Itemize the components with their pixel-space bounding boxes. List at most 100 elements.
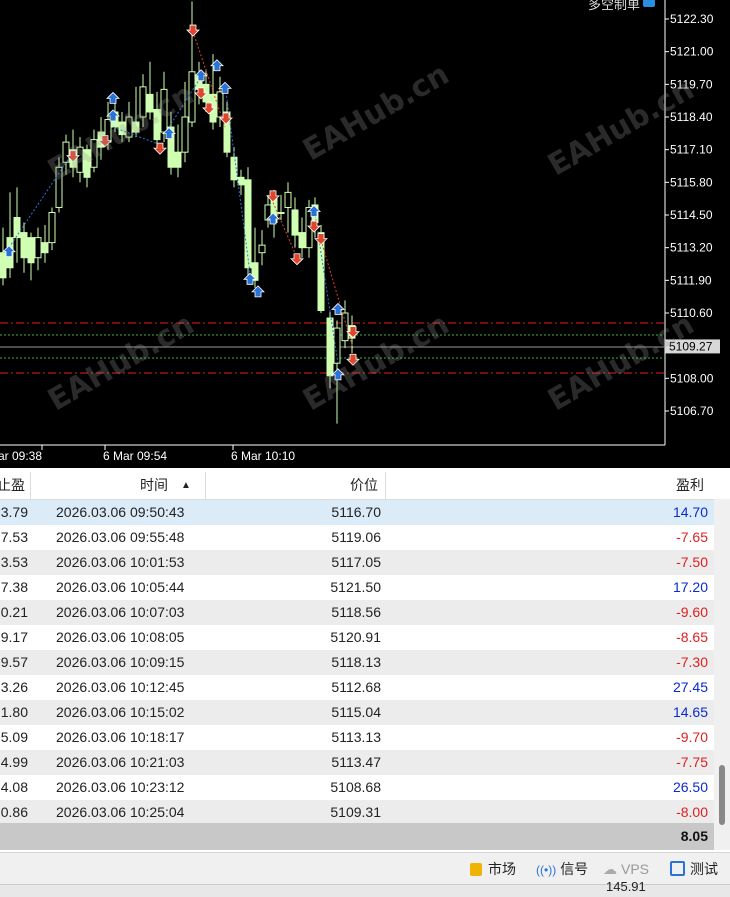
trade-history-table[interactable]: 止盈 时间 ▲ 价位 盈利 3.79 2026.03.06 09:50:43 511… (0, 472, 730, 850)
candle-body (153, 108, 161, 141)
cell-price: 5118.13 (331, 654, 381, 670)
table-row[interactable]: 1.80 2026.03.06 10:15:02 5115.04 14.65 (0, 700, 714, 725)
candle-body (0, 252, 7, 279)
trade-line (8, 151, 74, 248)
candle-body (181, 116, 189, 153)
candle-body (20, 232, 28, 259)
cell-price: 5120.91 (330, 629, 381, 645)
candle-body (76, 146, 84, 173)
candle-body (258, 244, 266, 254)
table-row[interactable]: 4.08 2026.03.06 10:23:12 5108.68 26.50 (0, 775, 714, 800)
cell-time: 2026.03.06 10:07:03 (56, 604, 185, 620)
table-row[interactable]: 3.53 2026.03.06 10:01:53 5117.05 -7.50 (0, 550, 714, 575)
table-row[interactable]: 3.79 2026.03.06 09:50:43 5116.70 14.70 (0, 500, 714, 525)
cell-price: 5117.05 (331, 554, 381, 570)
cell-profit: -9.70 (676, 729, 708, 745)
cell-time: 2026.03.06 09:55:48 (56, 529, 185, 545)
cell-profit: 14.65 (672, 704, 708, 720)
candle-body (90, 139, 98, 168)
table-row[interactable]: 4.99 2026.03.06 10:21:03 5113.47 -7.75 (0, 750, 714, 775)
cell-profit: -7.50 (676, 554, 708, 570)
total-row: 8.05 (0, 823, 714, 850)
price-tick-label: 5117.10 (670, 143, 713, 157)
table-row[interactable]: 9.57 2026.03.06 10:09:15 5118.13 -7.30 (0, 650, 714, 675)
cell-time: 2026.03.06 10:25:04 (56, 804, 185, 820)
cell-time: 2026.03.06 10:12:45 (56, 679, 185, 695)
table-row[interactable]: 7.53 2026.03.06 09:55:48 5119.06 -7.65 (0, 525, 714, 550)
sell-arrow-icon (346, 353, 360, 366)
tester-tab[interactable]: 测试 (670, 853, 718, 885)
column-header-price[interactable]: 价位 (206, 472, 386, 499)
cell-time: 2026.03.06 10:08:05 (56, 629, 185, 645)
cell-profit: -7.75 (676, 754, 708, 770)
candle-body (284, 191, 292, 208)
scrollbar-thumb[interactable] (719, 765, 725, 825)
cell-profit: 14.70 (672, 504, 708, 520)
bottom-strip: 145.91 (0, 879, 730, 897)
sell-arrow-icon (290, 253, 304, 266)
table-row[interactable]: 3.26 2026.03.06 10:12:45 5112.68 27.45 (0, 675, 714, 700)
candle-body (139, 86, 147, 118)
candle-body (341, 312, 349, 342)
cell-price: 5108.68 (330, 779, 381, 795)
cell-profit: -8.65 (676, 629, 708, 645)
candle-body (237, 176, 245, 186)
cell-time: 2026.03.06 10:21:03 (56, 754, 185, 770)
column-header-time[interactable]: 时间 ▲ (31, 472, 206, 499)
cell-price: 5113.13 (331, 729, 381, 745)
candle-body (83, 149, 91, 178)
chart-canvas[interactable]: 5122.30 5121.00 5119.70 5118.40 5117.10 5115.… (0, 0, 730, 468)
cell-sl: 9.57 (0, 654, 28, 670)
column-header-profit[interactable]: 盈利 (386, 472, 714, 499)
signals-tab[interactable]: ((•)) 信号 (536, 853, 588, 885)
table-row[interactable]: 7.38 2026.03.06 10:05:44 5121.50 17.20 (0, 575, 714, 600)
sort-ascending-icon: ▲ (181, 480, 191, 491)
table-row[interactable]: 0.86 2026.03.06 10:25:04 5109.31 -8.00 (0, 800, 714, 825)
cell-sl: 3.79 (0, 504, 28, 520)
price-tick-label: 5108.00 (670, 371, 714, 385)
cell-time: 2026.03.06 10:18:17 (56, 729, 185, 745)
sell-arrow-icon (314, 233, 328, 246)
total-profit: 8.05 (680, 828, 708, 844)
current-price-label: 5109.27 (669, 339, 713, 353)
table-row[interactable]: 0.21 2026.03.06 10:07:03 5118.56 -9.60 (0, 600, 714, 625)
table-row[interactable]: 5.09 2026.03.06 10:18:17 5113.13 -9.70 (0, 725, 714, 750)
one-click-icon[interactable] (643, 0, 655, 7)
cell-sl: 3.53 (0, 554, 28, 570)
cell-price: 5119.06 (331, 529, 381, 545)
candle-body (125, 116, 133, 138)
symbol-label: 多空制单 (588, 0, 641, 12)
buy-arrow-icon (106, 91, 120, 104)
cell-sl: 1.80 (0, 704, 28, 720)
cell-profit: -7.65 (676, 529, 708, 545)
market-tab[interactable]: 市场 (470, 853, 516, 885)
column-header-sl[interactable]: 止盈 (0, 472, 31, 499)
price-tick-label: 5118.40 (670, 110, 713, 124)
cell-price: 5118.56 (331, 604, 381, 620)
candle-body (62, 141, 70, 163)
bottom-value: 145.91 (606, 879, 646, 894)
cell-profit: -8.00 (676, 804, 708, 820)
cell-sl: 4.08 (0, 779, 28, 795)
price-chart[interactable]: 5122.30 5121.00 5119.70 5118.40 5117.10 5115.… (0, 0, 730, 468)
candle-body (27, 237, 35, 264)
candle-body (34, 237, 42, 259)
time-tick-label: ar 09:38 (0, 449, 42, 463)
candle-body (298, 232, 306, 249)
price-tick-label: 5119.70 (670, 77, 713, 91)
cell-time: 2026.03.06 10:15:02 (56, 704, 185, 720)
time-tick-label: 6 Mar 10:10 (231, 449, 295, 463)
cell-profit: 17.20 (672, 579, 708, 595)
candle-body (48, 211, 56, 244)
candle-body (13, 217, 21, 239)
table-header: 止盈 时间 ▲ 价位 盈利 (0, 472, 714, 500)
table-row[interactable]: 9.17 2026.03.06 10:08:05 5120.91 -8.65 (0, 625, 714, 650)
buy-arrow-icon (251, 285, 265, 298)
buy-arrow-icon (331, 368, 345, 381)
candle-body (132, 121, 140, 133)
vertical-scrollbar[interactable] (714, 499, 730, 850)
cell-profit: 26.50 (672, 779, 708, 795)
cell-sl: 7.53 (0, 529, 28, 545)
cell-price: 5109.31 (330, 804, 381, 820)
cell-price: 5116.70 (331, 504, 381, 520)
